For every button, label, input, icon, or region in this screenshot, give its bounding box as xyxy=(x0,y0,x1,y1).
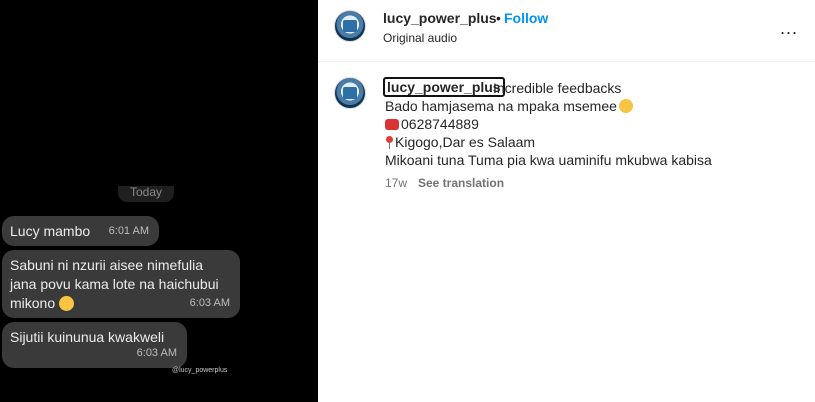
divider xyxy=(318,61,815,62)
caption-avatar[interactable] xyxy=(334,77,366,109)
follow-button[interactable]: Follow xyxy=(504,10,548,26)
caption-location: Kigogo,Dar es Salaam xyxy=(385,133,535,151)
separator-dot: • xyxy=(496,10,501,26)
chat-bubble: Lucy mambo 6:01 AM xyxy=(2,216,159,246)
post-time[interactable]: 17w xyxy=(385,176,407,190)
more-options-icon[interactable]: ... xyxy=(780,18,798,39)
message-time: 6:01 AM xyxy=(108,225,149,237)
message-time: 6:03 AM xyxy=(136,347,177,359)
message-time: 6:03 AM xyxy=(189,297,230,309)
caption-phone: 0628744889 xyxy=(385,115,479,133)
hugging-face-emoji-icon xyxy=(59,296,75,311)
grinning-face-emoji-icon xyxy=(618,99,633,113)
telephone-emoji-icon xyxy=(385,119,399,130)
caption-line-title: Incredible feedbacks xyxy=(493,80,622,96)
author-username[interactable]: lucy_power_plus xyxy=(383,10,497,26)
avatar-logo-icon xyxy=(343,87,357,99)
avatar[interactable] xyxy=(334,10,366,42)
post-info-panel: lucy_power_plus • Follow Original audio … xyxy=(318,0,815,402)
caption-line: Bado hamjasema na mpaka msemee xyxy=(385,97,633,115)
caption-username[interactable]: lucy_power_plus xyxy=(383,77,505,97)
tiktok-watermark: @lucy_powerplus xyxy=(172,367,228,374)
see-translation-button[interactable]: See translation xyxy=(418,176,504,190)
pin-emoji-icon xyxy=(385,136,394,149)
chat-bubble: Sabuni ni nzurii aisee nimefulia jana po… xyxy=(2,250,240,318)
audio-link[interactable]: Original audio xyxy=(383,31,457,45)
date-separator: Today xyxy=(118,186,174,202)
avatar-logo-icon xyxy=(343,20,357,32)
video-media[interactable]: Today Lucy mambo 6:01 AM Sabuni ni nzuri… xyxy=(0,0,318,402)
caption-line: Mikoani tuna Tuma pia kwa uaminifu mkubw… xyxy=(385,152,712,168)
post-viewer: Today Lucy mambo 6:01 AM Sabuni ni nzuri… xyxy=(0,0,815,402)
chat-bubble: Sijutii kuinunua kwakweli 6:03 AM xyxy=(2,322,187,368)
